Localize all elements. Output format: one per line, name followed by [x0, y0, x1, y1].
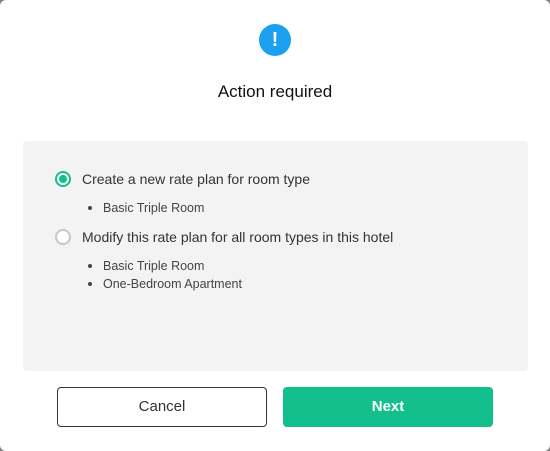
room-list-modify: Basic Triple Room One-Bedroom Apartment: [87, 257, 242, 293]
list-item: One-Bedroom Apartment: [87, 275, 242, 293]
exclamation-icon: !: [259, 24, 291, 56]
radio-modify-all-room-types[interactable]: [55, 229, 71, 245]
option-label-modify: Modify this rate plan for all room types…: [82, 229, 394, 245]
next-button[interactable]: Next: [283, 387, 493, 427]
list-item: Basic Triple Room: [87, 257, 242, 275]
option-modify-all-room-types[interactable]: Modify this rate plan for all room types…: [55, 229, 393, 245]
radio-create-new-rate-plan[interactable]: [55, 171, 71, 187]
room-list-create: Basic Triple Room: [87, 199, 204, 217]
option-create-new-rate-plan[interactable]: Create a new rate plan for room type: [55, 171, 310, 187]
action-required-dialog: ! Action required Create a new rate plan…: [0, 0, 550, 451]
list-item: Basic Triple Room: [87, 199, 204, 217]
option-label-create: Create a new rate plan for room type: [82, 171, 311, 187]
options-panel: Create a new rate plan for room type Bas…: [23, 141, 528, 371]
dialog-title: Action required: [217, 82, 333, 101]
cancel-button[interactable]: Cancel: [57, 387, 267, 427]
